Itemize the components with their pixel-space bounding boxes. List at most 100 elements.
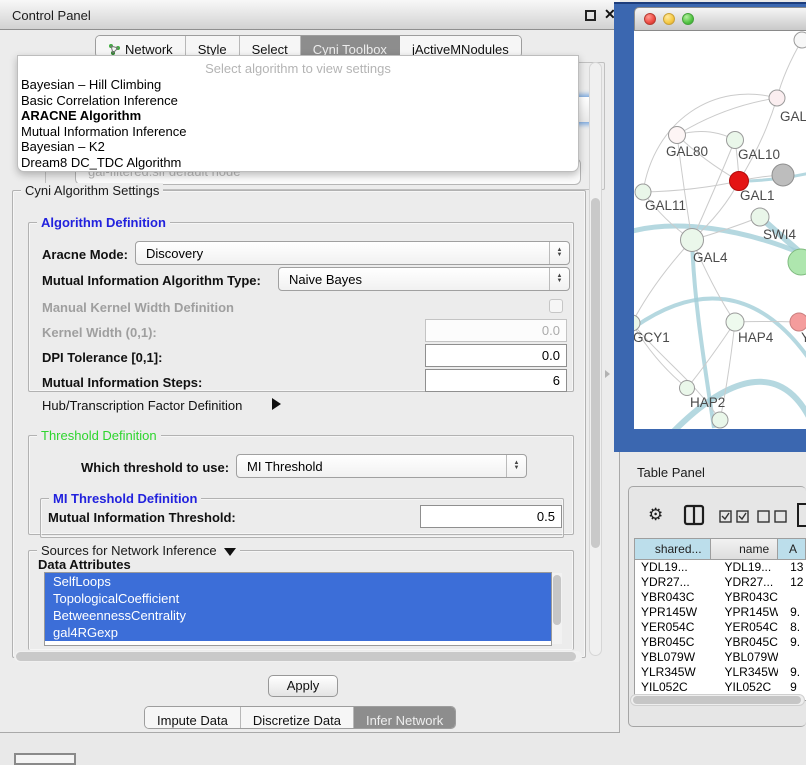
close-traffic-light-icon[interactable]	[644, 13, 656, 25]
attributes-list-scrollbar[interactable]	[552, 573, 562, 644]
aracne-mode-select[interactable]: Discovery ▲▼	[135, 241, 570, 265]
attribute-item-selected[interactable]: SelfLoops	[45, 573, 551, 590]
network-node-hap2[interactable]	[680, 381, 695, 396]
node-label: GAL4	[693, 250, 728, 265]
network-node-gal80[interactable]	[669, 127, 686, 144]
cyni-settings-title: Cyni Algorithm Settings	[21, 183, 163, 198]
network-node[interactable]	[794, 32, 806, 48]
table-cell: 8.	[778, 620, 806, 635]
mi-threshold-title: MI Threshold Definition	[49, 491, 201, 506]
mi-steps-label: Mutual Information Steps:	[42, 375, 202, 390]
gear-icon[interactable]: ⚙	[648, 505, 663, 525]
node-label: GAL11	[645, 198, 686, 213]
column-header-shared[interactable]: shared...	[635, 539, 711, 560]
algorithm-option[interactable]: Mutual Information Inference	[18, 124, 578, 140]
expand-arrow-icon[interactable]	[272, 398, 281, 410]
panel-splitter-arrow[interactable]	[605, 370, 610, 378]
network-edge[interactable]	[735, 322, 799, 323]
attribute-item-selected[interactable]: BetweennessCentrality	[45, 607, 551, 624]
table-cell: 9.	[778, 635, 806, 650]
which-threshold-select[interactable]: MI Threshold ▲▼	[236, 454, 527, 478]
mi-type-select[interactable]: Naive Bayes ▲▼	[278, 267, 570, 291]
table-horizontal-scrollbar[interactable]	[630, 694, 805, 706]
network-node-gal[interactable]	[769, 90, 785, 106]
table-row[interactable]: YPR145WYPR145W9.	[635, 605, 806, 620]
table-cell: YBR043C	[711, 590, 779, 605]
zoom-traffic-light-icon[interactable]	[682, 13, 694, 25]
table-cell: YBR045C	[711, 635, 779, 650]
network-node-hap4[interactable]	[726, 313, 744, 331]
deselect-all-icon[interactable]	[757, 510, 791, 523]
settings-vertical-scrollbar[interactable]	[589, 62, 602, 656]
algorithm-definition-title: Algorithm Definition	[37, 215, 170, 230]
table-header-row: shared...nameA	[635, 539, 806, 560]
network-edge[interactable]	[739, 98, 777, 181]
node-label: GCY1	[634, 330, 670, 345]
table-row[interactable]: YLR345WYLR345W9.	[635, 665, 806, 680]
network-window-titlebar[interactable]	[634, 7, 806, 31]
aracne-mode-value: Discovery	[136, 246, 549, 261]
aracne-mode-label: Aracne Mode:	[42, 247, 128, 262]
network-edge[interactable]	[777, 40, 802, 98]
network-node-y[interactable]	[790, 313, 806, 331]
mi-threshold-label: Mutual Information Threshold:	[48, 510, 236, 525]
column-header-A[interactable]: A	[778, 539, 806, 560]
algorithm-option[interactable]: ARACNE Algorithm	[18, 108, 578, 124]
attribute-item-selected[interactable]: TopologicalCoefficient	[45, 590, 551, 607]
table-row[interactable]: YIL052CYIL052C9	[635, 680, 806, 695]
mi-steps-field[interactable]: 6	[425, 369, 567, 392]
floating-panel-fragment	[14, 753, 76, 765]
network-node-gcy1[interactable]	[634, 315, 640, 331]
float-window-icon[interactable]	[585, 10, 596, 21]
table-row[interactable]: YER054CYER054C8.	[635, 620, 806, 635]
attribute-item-selected[interactable]: gal4RGexp	[45, 624, 551, 641]
network-node-gal4[interactable]	[681, 229, 704, 252]
network-node-gal10[interactable]	[727, 132, 744, 149]
mi-threshold-field[interactable]: 0.5	[420, 505, 562, 528]
network-node[interactable]	[712, 412, 728, 428]
apply-button[interactable]: Apply	[268, 675, 338, 697]
select-all-icon[interactable]	[719, 510, 753, 523]
kernel-width-field[interactable]: 0.0	[425, 319, 567, 342]
document-icon[interactable]	[797, 502, 806, 528]
table-cell: YBR043C	[635, 590, 711, 605]
network-node[interactable]	[772, 164, 794, 186]
node-label: GAL80	[666, 144, 708, 159]
settings-horizontal-scrollbar[interactable]	[14, 651, 582, 662]
algorithm-option[interactable]: Dream8 DC_TDC Algorithm	[18, 155, 578, 171]
dpi-tolerance-label: DPI Tolerance [0,1]:	[42, 350, 162, 365]
table-row[interactable]: YBL079WYBL079W	[635, 650, 806, 665]
table-cell: YLR345W	[635, 665, 711, 680]
which-threshold-label: Which threshold to use:	[81, 460, 229, 475]
table-cell: YDR27...	[711, 575, 779, 590]
network-node-swi4[interactable]	[751, 208, 769, 226]
table-row[interactable]: YDL19...YDL19...13	[635, 560, 806, 575]
node-table[interactable]: shared...nameA YDL19...YDL19...13YDR27..…	[634, 538, 806, 701]
node-label: SWI4	[763, 227, 796, 242]
table-cell: 9.	[778, 665, 806, 680]
minimize-traffic-light-icon[interactable]	[663, 13, 675, 25]
table-cell: YIL052C	[635, 680, 711, 695]
tab-discretize-data[interactable]: Discretize Data	[241, 707, 354, 729]
algorithm-option[interactable]: Bayesian – Hill Climbing	[18, 77, 578, 93]
tab-infer-network[interactable]: Infer Network	[354, 707, 455, 729]
algorithm-option[interactable]: Bayesian – K2	[18, 139, 578, 155]
network-edge[interactable]	[677, 98, 777, 135]
table-cell: 13	[778, 560, 806, 575]
table-row[interactable]: YDR27...YDR27...12	[635, 575, 806, 590]
tab-impute-data[interactable]: Impute Data	[145, 707, 241, 729]
collapse-arrow-icon[interactable]	[224, 548, 236, 556]
mi-type-label: Mutual Information Algorithm Type:	[42, 273, 261, 288]
data-attributes-list[interactable]: SelfLoopsTopologicalCoefficientBetweenne…	[44, 572, 552, 646]
table-cell: YBR045C	[635, 635, 711, 650]
table-row[interactable]: YBR045CYBR045C9.	[635, 635, 806, 650]
network-node[interactable]	[788, 249, 806, 275]
table-row[interactable]: YBR043CYBR043C	[635, 590, 806, 605]
split-columns-icon[interactable]	[683, 504, 705, 526]
algorithm-option[interactable]: Basic Correlation Inference	[18, 93, 578, 109]
network-canvas[interactable]: GALGAL80GAL10GAL1GAL11SWI4GAL4GCY1HAP4YH…	[634, 31, 806, 429]
dpi-tolerance-field[interactable]: 0.0	[425, 344, 567, 367]
manual-kernel-checkbox[interactable]	[549, 299, 563, 313]
column-header-name[interactable]: name	[711, 539, 779, 560]
network-edge[interactable]	[643, 181, 739, 192]
